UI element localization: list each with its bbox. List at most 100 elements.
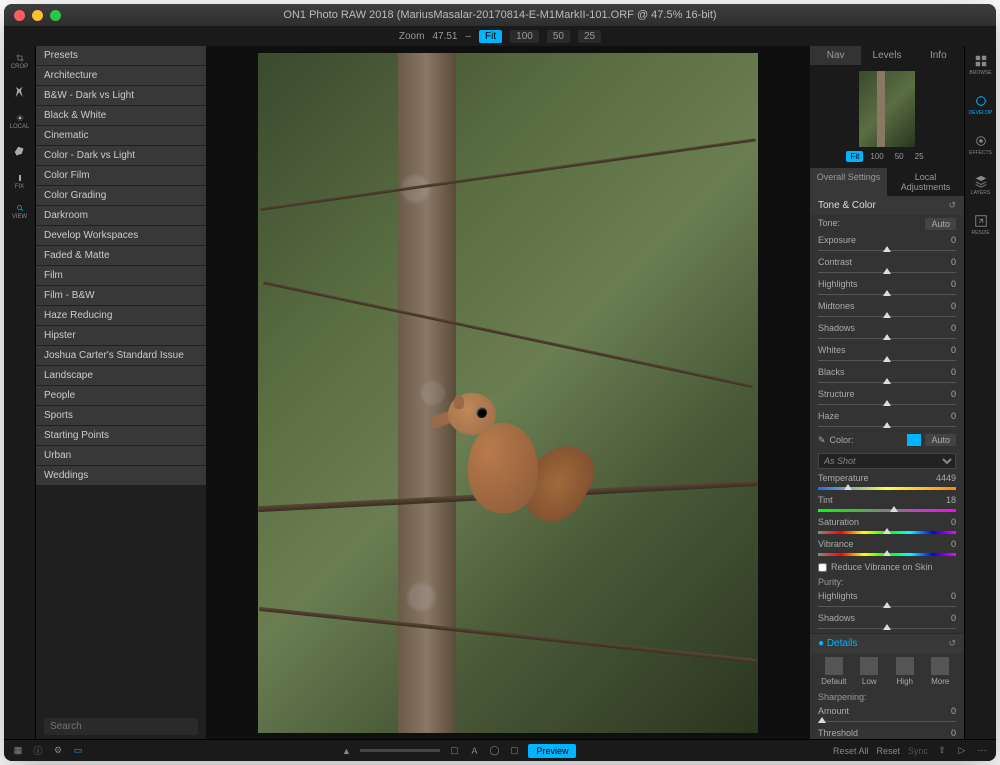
reset-button[interactable]: Reset <box>876 746 900 756</box>
exposure-slider[interactable] <box>818 247 956 253</box>
share-icon[interactable]: ▷ <box>956 745 968 757</box>
highlights-slider[interactable] <box>818 603 956 609</box>
color-swatch[interactable] <box>907 434 921 446</box>
vibrance-slider[interactable] <box>818 551 956 557</box>
panel-scroll[interactable]: Tone & Color ↺ Tone: Auto Exposure0Contr… <box>810 196 964 739</box>
local-tool[interactable]: LOCAL <box>12 114 28 130</box>
tone-color-header[interactable]: Tone & Color ↺ <box>810 196 964 215</box>
preset-item[interactable]: Haze Reducing <box>36 306 206 325</box>
preset-item[interactable]: Urban <box>36 446 206 465</box>
shadows-slider[interactable] <box>818 335 956 341</box>
subtab-local[interactable]: Local Adjustments <box>887 168 964 196</box>
shadows-slider[interactable] <box>818 625 956 631</box>
triangle-up-icon[interactable]: ▲ <box>340 745 352 757</box>
auto-color-button[interactable]: Auto <box>925 434 956 446</box>
export-icon[interactable]: ⇧ <box>936 745 948 757</box>
blacks-slider[interactable] <box>818 379 956 385</box>
zoom-25-button[interactable]: 25 <box>578 30 601 43</box>
whites-slider[interactable] <box>818 357 956 363</box>
preset-item[interactable]: Joshua Carter's Standard Issue <box>36 346 206 365</box>
minimize-icon[interactable] <box>32 10 43 21</box>
opacity-slider[interactable] <box>360 749 440 752</box>
info-icon[interactable]: ⓘ <box>32 745 44 757</box>
preset-item[interactable]: Film <box>36 266 206 285</box>
preset-item[interactable]: Landscape <box>36 366 206 385</box>
preset-item[interactable]: B&W - Dark vs Light <box>36 86 206 105</box>
mask-icon[interactable]: ▢ <box>448 745 460 757</box>
contrast-slider[interactable] <box>818 269 956 275</box>
preset-item[interactable]: Develop Workspaces <box>36 226 206 245</box>
detail-more-button[interactable]: More <box>925 657 957 686</box>
browse-module[interactable]: BROWSE <box>971 54 991 82</box>
preset-item[interactable]: Darkroom <box>36 206 206 225</box>
gear-icon[interactable]: ⚙ <box>52 745 64 757</box>
preview-button[interactable]: Preview <box>528 744 576 758</box>
preset-item[interactable]: Color - Dark vs Light <box>36 146 206 165</box>
circle-icon[interactable]: ◯ <box>488 745 500 757</box>
develop-module[interactable]: DEVELOP <box>971 94 991 122</box>
eyedropper-icon[interactable]: ✎ <box>818 435 826 446</box>
preset-item[interactable]: Hipster <box>36 326 206 345</box>
detail-low-button[interactable]: Low <box>854 657 886 686</box>
auto-tone-button[interactable]: Auto <box>925 218 956 230</box>
thzoom-100[interactable]: 100 <box>866 151 887 162</box>
preset-item[interactable]: Weddings <box>36 466 206 485</box>
effects-module[interactable]: EFFECTS <box>971 134 991 162</box>
structure-slider[interactable] <box>818 401 956 407</box>
zoom-100-button[interactable]: 100 <box>510 30 539 43</box>
fix-tool[interactable]: FIX <box>12 174 28 190</box>
tab-nav[interactable]: Nav <box>810 46 861 65</box>
amount-slider[interactable] <box>818 718 956 724</box>
preset-item[interactable]: Color Grading <box>36 186 206 205</box>
crop-tool[interactable]: CROP <box>12 54 28 70</box>
preset-item[interactable]: Sports <box>36 406 206 425</box>
preset-item[interactable]: Film - B&W <box>36 286 206 305</box>
haze-slider[interactable] <box>818 423 956 429</box>
thzoom-50[interactable]: 50 <box>891 151 908 162</box>
white-balance-select[interactable]: As Shot <box>818 453 956 469</box>
zoom-fit-button[interactable]: Fit <box>479 30 502 43</box>
tint-slider[interactable] <box>818 507 956 513</box>
tab-levels[interactable]: Levels <box>861 46 912 65</box>
reset-icon[interactable]: ↺ <box>948 200 956 211</box>
temperature-slider[interactable] <box>818 485 956 491</box>
view-tool[interactable]: VIEW <box>12 204 28 220</box>
midtones-slider[interactable] <box>818 313 956 319</box>
detail-high-button[interactable]: High <box>889 657 921 686</box>
text-icon[interactable]: A <box>468 745 480 757</box>
detail-default-button[interactable]: Default <box>818 657 850 686</box>
compare-icon[interactable]: ▭ <box>72 745 84 757</box>
reset-all-button[interactable]: Reset All <box>833 746 869 756</box>
preset-item[interactable]: People <box>36 386 206 405</box>
reset-icon[interactable]: ↺ <box>948 638 956 649</box>
saturation-slider[interactable] <box>818 529 956 535</box>
preset-item[interactable]: Starting Points <box>36 426 206 445</box>
preset-item[interactable]: Black & White <box>36 106 206 125</box>
preset-item[interactable]: Faded & Matte <box>36 246 206 265</box>
square-icon[interactable]: ▢ <box>508 745 520 757</box>
preset-item[interactable]: Cinematic <box>36 126 206 145</box>
presets-header[interactable]: Presets <box>36 46 206 65</box>
more-icon[interactable]: ⋯ <box>976 745 988 757</box>
tab-info[interactable]: Info <box>913 46 964 65</box>
thumb-image[interactable] <box>859 71 915 147</box>
maximize-icon[interactable] <box>50 10 61 21</box>
zoom-50-button[interactable]: 50 <box>547 30 570 43</box>
highlights-slider[interactable] <box>818 291 956 297</box>
layers-module[interactable]: LAYERS <box>971 174 991 202</box>
resize-module[interactable]: RESIZE <box>971 214 991 242</box>
close-icon[interactable] <box>14 10 25 21</box>
heal-tool[interactable] <box>12 144 28 160</box>
adjust-tool[interactable] <box>12 84 28 100</box>
search-input[interactable] <box>44 718 198 735</box>
canvas-area[interactable] <box>206 46 810 739</box>
subtab-overall[interactable]: Overall Settings <box>810 168 887 196</box>
reduce-skin-checkbox[interactable] <box>818 563 827 572</box>
thzoom-fit[interactable]: Fit <box>846 151 863 162</box>
preset-item[interactable]: Color Film <box>36 166 206 185</box>
thzoom-25[interactable]: 25 <box>911 151 928 162</box>
preset-item[interactable]: Architecture <box>36 66 206 85</box>
sync-button[interactable]: Sync <box>908 746 928 756</box>
grid-view-icon[interactable]: ▦ <box>12 745 24 757</box>
details-header[interactable]: ● Details ↺ <box>810 634 964 653</box>
